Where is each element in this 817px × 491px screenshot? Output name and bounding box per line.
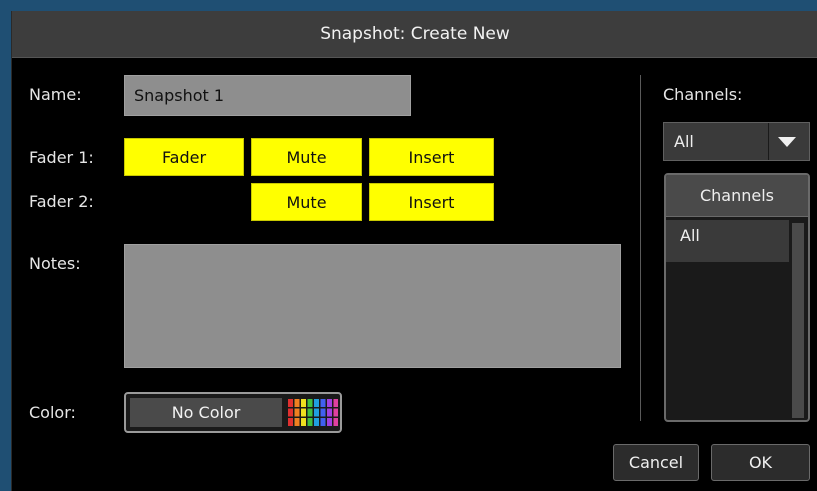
channels-list: Channels All <box>664 173 810 422</box>
notes-textarea[interactable] <box>124 244 621 368</box>
vertical-divider <box>640 75 641 421</box>
palette-swatch <box>314 418 319 426</box>
palette-swatch <box>301 418 306 426</box>
chevron-down-icon[interactable] <box>778 137 796 147</box>
palette-swatch <box>288 408 293 417</box>
palette-swatch <box>288 399 293 407</box>
color-picker-button[interactable]: No Color <box>124 392 342 433</box>
dropdown-separator <box>768 123 769 160</box>
palette-swatch <box>301 408 306 417</box>
palette-swatch <box>294 408 300 417</box>
palette-swatch <box>327 399 332 407</box>
palette-swatch <box>320 399 326 407</box>
palette-swatch <box>320 408 326 417</box>
dialog-title: Snapshot: Create New <box>12 11 817 58</box>
fader2-mute-button[interactable]: Mute <box>251 183 362 221</box>
fader2-label: Fader 2: <box>29 192 94 211</box>
palette-swatch <box>288 418 293 426</box>
palette-swatch <box>301 399 306 407</box>
palette-swatch <box>314 399 319 407</box>
palette-swatch <box>294 418 300 426</box>
channels-filter-dropdown[interactable]: All <box>663 122 810 161</box>
list-scrollbar[interactable] <box>792 223 804 418</box>
fader1-label: Fader 1: <box>29 148 94 167</box>
palette-swatch <box>307 399 313 407</box>
channels-list-header: Channels <box>666 175 808 217</box>
name-input[interactable]: Snapshot 1 <box>124 75 411 116</box>
palette-swatch <box>327 418 332 426</box>
fader2-insert-button[interactable]: Insert <box>369 183 494 221</box>
ok-button[interactable]: OK <box>711 444 810 481</box>
fader1-fader-button[interactable]: Fader <box>124 138 244 176</box>
cancel-button[interactable]: Cancel <box>613 444 699 481</box>
color-label: Color: <box>29 403 76 422</box>
name-label: Name: <box>29 85 82 104</box>
palette-swatch <box>327 408 332 417</box>
channels-filter-value: All <box>674 132 694 151</box>
color-value: No Color <box>130 398 282 427</box>
color-palette-icon <box>288 399 338 426</box>
palette-swatch <box>333 418 338 426</box>
palette-swatch <box>294 399 300 407</box>
notes-label: Notes: <box>29 254 81 273</box>
palette-swatch <box>307 418 313 426</box>
palette-swatch <box>333 408 338 417</box>
snapshot-dialog: Snapshot: Create New Name: Snapshot 1 Fa… <box>11 11 817 491</box>
palette-swatch <box>307 408 313 417</box>
list-item[interactable]: All <box>666 220 789 262</box>
palette-swatch <box>314 408 319 417</box>
fader1-mute-button[interactable]: Mute <box>251 138 362 176</box>
palette-swatch <box>333 399 338 407</box>
channels-label: Channels: <box>663 85 743 104</box>
fader1-insert-button[interactable]: Insert <box>369 138 494 176</box>
palette-swatch <box>320 418 326 426</box>
